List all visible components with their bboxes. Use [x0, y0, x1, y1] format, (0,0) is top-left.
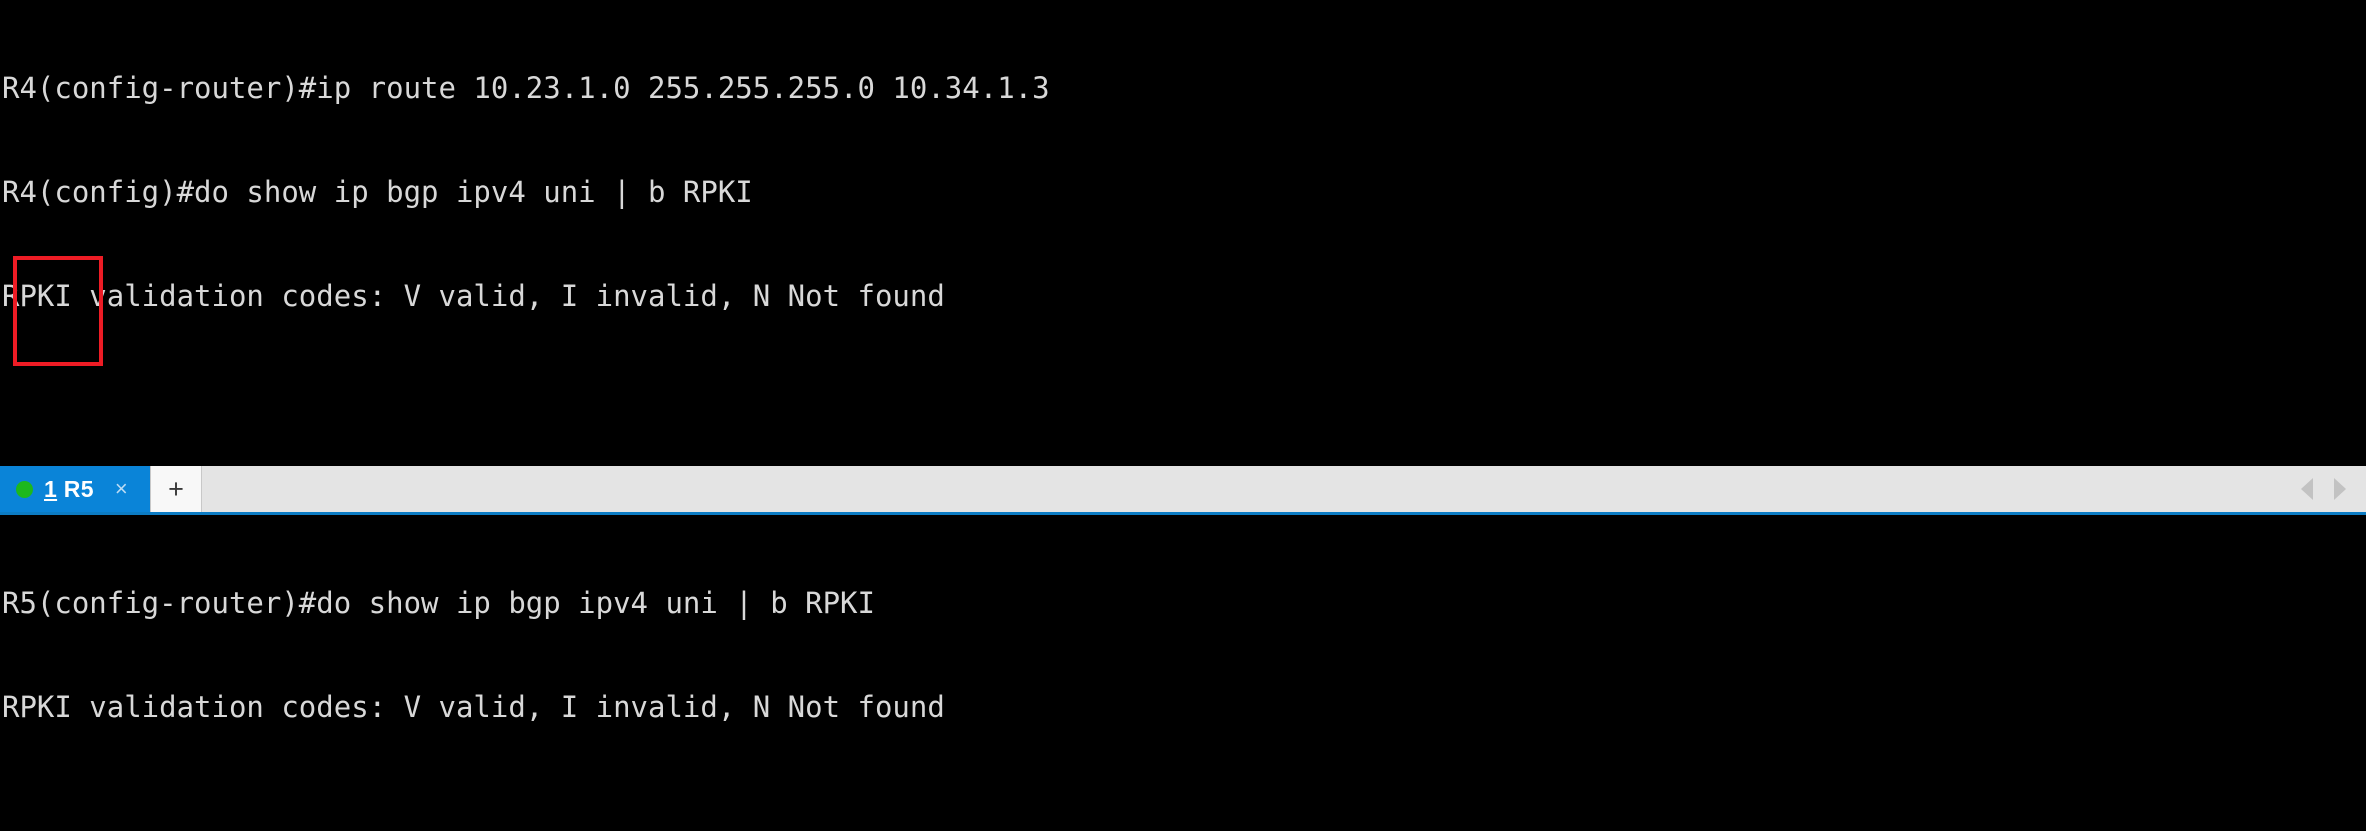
scroll-right-arrow-icon[interactable]	[2334, 478, 2346, 500]
tab-label: 1 R5	[44, 476, 94, 503]
scroll-left-arrow-icon[interactable]	[2301, 478, 2313, 500]
tab-bar: 1 R5 × +	[0, 466, 2366, 515]
tab-bar-filler	[202, 466, 2301, 512]
tab-name: R5	[63, 475, 94, 502]
tab-number: 1	[44, 475, 58, 502]
tab-scroll-controls	[2301, 466, 2366, 512]
terminal-pane-r4[interactable]: R4(config-router)#ip route 10.23.1.0 255…	[0, 0, 2366, 466]
terminal-line: RPKI validation codes: V valid, I invali…	[2, 689, 945, 724]
tab-r5[interactable]: 1 R5 ×	[0, 466, 150, 512]
connection-status-dot	[16, 480, 33, 498]
terminal-line: R5(config-router)#do show ip bgp ipv4 un…	[2, 586, 875, 621]
terminal-line: RPKI validation codes: V valid, I invali…	[2, 278, 945, 313]
new-tab-button[interactable]: +	[150, 466, 202, 512]
close-icon[interactable]: ×	[115, 478, 128, 500]
terminal-line: R4(config)#do show ip bgp ipv4 uni | b R…	[2, 174, 753, 209]
terminal-line: R4(config-router)#ip route 10.23.1.0 255…	[2, 71, 1050, 106]
terminal-pane-r5[interactable]: R5(config-router)#do show ip bgp ipv4 un…	[0, 515, 2366, 831]
